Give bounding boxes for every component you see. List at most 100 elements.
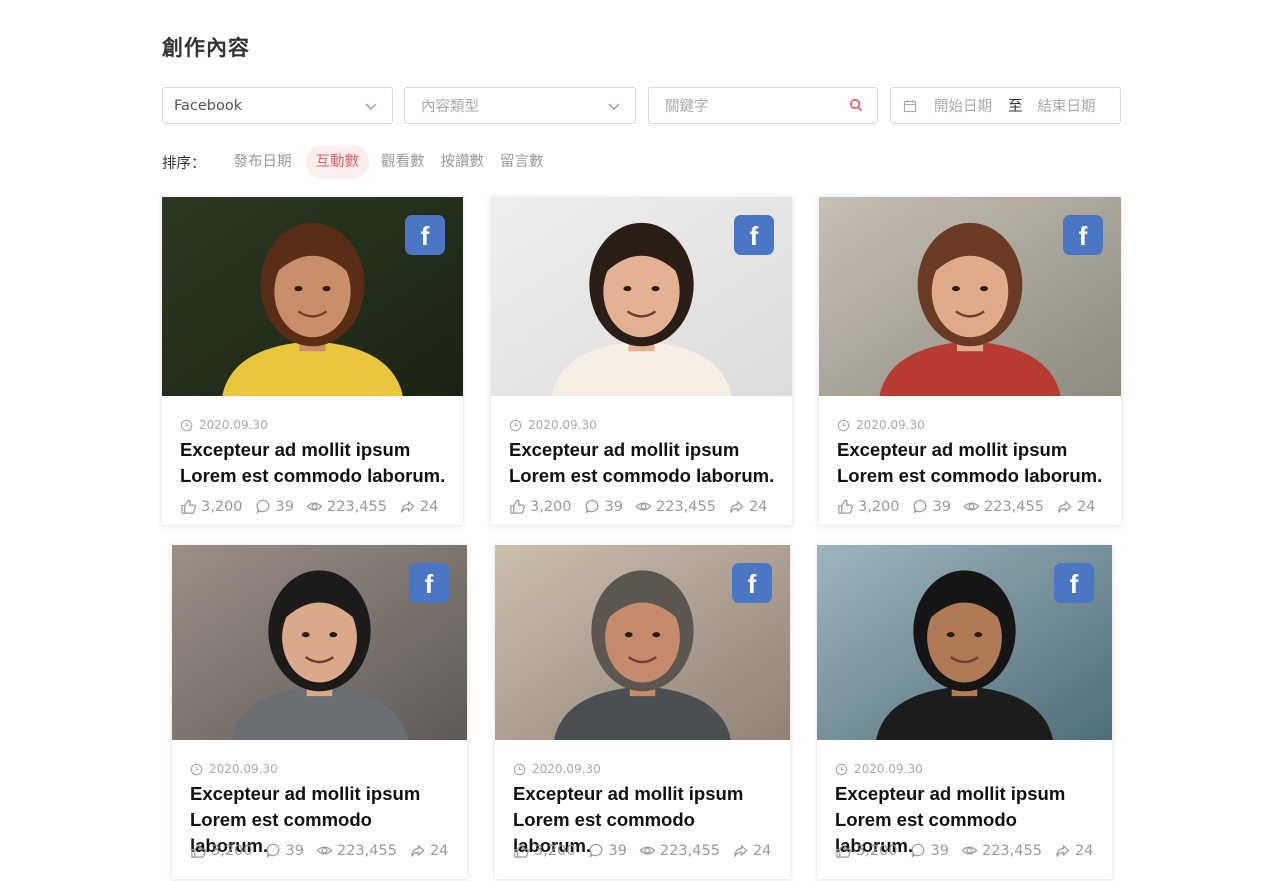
shares-count: 24 bbox=[419, 498, 439, 515]
clock-icon bbox=[509, 419, 522, 431]
shares-stat: 24 bbox=[732, 842, 771, 859]
keyword-placeholder: 關鍵字 bbox=[665, 99, 709, 115]
post-thumbnail[interactable]: f bbox=[172, 545, 467, 740]
likes-count: 3,200 bbox=[856, 842, 898, 859]
post-title[interactable]: Excepteur ad mollit ipsum Lorem est comm… bbox=[509, 437, 780, 489]
comments-stat: 39 bbox=[910, 842, 949, 859]
post-title-line: Excepteur ad mollit ipsum bbox=[513, 783, 744, 804]
views-stat: 223,455 bbox=[961, 842, 1042, 859]
facebook-icon: f bbox=[409, 563, 449, 603]
likes-stat: 3,200 bbox=[513, 842, 576, 859]
views-count: 223,455 bbox=[981, 842, 1042, 859]
end-date-placeholder[interactable]: 結束日期 bbox=[1038, 95, 1096, 116]
shares-count: 24 bbox=[752, 842, 772, 859]
sort-option-views[interactable]: 觀看數 bbox=[375, 145, 431, 179]
likes-count: 3,200 bbox=[534, 842, 576, 859]
post-card[interactable]: f 2020.09.30 Excepteur ad mollit ipsum L… bbox=[495, 545, 790, 879]
clock-icon bbox=[835, 763, 848, 775]
thumbs-up-icon bbox=[191, 843, 206, 858]
share-icon bbox=[734, 845, 748, 857]
post-stats: 3,200 39 223,455 24 bbox=[509, 498, 779, 515]
post-card[interactable]: f 2020.09.30 Excepteur ad mollit ipsum L… bbox=[162, 197, 463, 525]
shares-count: 24 bbox=[1076, 498, 1096, 515]
views-stat: 223,455 bbox=[635, 498, 716, 515]
post-title-line: Excepteur ad mollit ipsum bbox=[509, 439, 740, 460]
post-card[interactable]: f 2020.09.30 Excepteur ad mollit ipsum L… bbox=[819, 197, 1121, 525]
post-title-line: Excepteur ad mollit ipsum bbox=[180, 439, 411, 460]
eye-icon bbox=[316, 846, 333, 855]
views-stat: 223,455 bbox=[306, 498, 387, 515]
post-date-text: 2020.09.30 bbox=[532, 762, 601, 776]
post-thumbnail[interactable]: f bbox=[491, 197, 792, 396]
comment-icon bbox=[266, 843, 279, 858]
calendar-icon bbox=[903, 99, 917, 112]
post-thumbnail[interactable]: f bbox=[495, 545, 790, 740]
comments-stat: 39 bbox=[255, 498, 294, 515]
comment-icon bbox=[589, 843, 602, 858]
platform-select[interactable]: Facebook bbox=[162, 87, 393, 124]
date-range-picker[interactable]: 開始日期 至 結束日期 bbox=[890, 87, 1121, 124]
views-count: 223,455 bbox=[983, 498, 1044, 515]
likes-stat: 3,200 bbox=[837, 498, 900, 515]
shares-stat: 24 bbox=[1056, 498, 1095, 515]
post-date: 2020.09.30 bbox=[837, 418, 925, 432]
views-count: 223,455 bbox=[326, 498, 387, 515]
comment-icon bbox=[585, 499, 598, 514]
start-date-placeholder[interactable]: 開始日期 bbox=[934, 95, 992, 116]
comments-stat: 39 bbox=[584, 498, 623, 515]
post-date: 2020.09.30 bbox=[180, 418, 268, 432]
likes-stat: 3,200 bbox=[835, 842, 898, 859]
post-date-text: 2020.09.30 bbox=[209, 762, 278, 776]
comments-count: 39 bbox=[285, 842, 304, 859]
comments-count: 39 bbox=[932, 498, 951, 515]
post-card[interactable]: f 2020.09.30 Excepteur ad mollit ipsum L… bbox=[491, 197, 792, 525]
share-icon bbox=[1056, 845, 1070, 857]
post-thumbnail[interactable]: f bbox=[819, 197, 1121, 396]
facebook-icon: f bbox=[732, 563, 772, 603]
post-title[interactable]: Excepteur ad mollit ipsum Lorem est comm… bbox=[180, 437, 451, 489]
views-count: 223,455 bbox=[659, 842, 720, 859]
comments-stat: 39 bbox=[912, 498, 951, 515]
post-thumbnail[interactable]: f bbox=[817, 545, 1112, 740]
platform-select-value: Facebook bbox=[174, 97, 243, 114]
shares-stat: 24 bbox=[728, 498, 767, 515]
sort-option-interactions[interactable]: 互動數 bbox=[305, 145, 369, 179]
post-date-text: 2020.09.30 bbox=[199, 418, 268, 432]
post-title-line: Lorem est commodo laborum. bbox=[180, 465, 446, 486]
comments-count: 39 bbox=[930, 842, 949, 859]
shares-stat: 24 bbox=[409, 842, 448, 859]
post-card[interactable]: f 2020.09.30 Excepteur ad mollit ipsum L… bbox=[172, 545, 467, 879]
post-date-text: 2020.09.30 bbox=[856, 418, 925, 432]
shares-count: 24 bbox=[429, 842, 449, 859]
post-title[interactable]: Excepteur ad mollit ipsum Lorem est comm… bbox=[837, 437, 1109, 489]
post-stats: 3,200 39 223,455 24 bbox=[190, 842, 460, 859]
sort-label: 排序： bbox=[162, 155, 206, 172]
comments-stat: 39 bbox=[265, 842, 304, 859]
share-icon bbox=[730, 501, 744, 513]
views-count: 223,455 bbox=[336, 842, 397, 859]
likes-count: 3,200 bbox=[858, 498, 900, 515]
sort-option-comments[interactable]: 留言數 bbox=[494, 145, 550, 179]
sort-option-likes[interactable]: 按讚數 bbox=[435, 145, 491, 179]
post-stats: 3,200 39 223,455 24 bbox=[835, 842, 1105, 859]
keyword-search-input[interactable]: 關鍵字 bbox=[648, 87, 878, 124]
likes-count: 3,200 bbox=[530, 498, 572, 515]
post-card[interactable]: f 2020.09.30 Excepteur ad mollit ipsum L… bbox=[817, 545, 1112, 879]
comment-icon bbox=[256, 499, 269, 514]
eye-icon bbox=[306, 502, 323, 511]
clock-icon bbox=[180, 419, 193, 431]
share-icon bbox=[401, 501, 415, 513]
comments-count: 39 bbox=[275, 498, 294, 515]
sort-option-publish-date[interactable]: 發布日期 bbox=[228, 145, 298, 179]
content-type-select[interactable]: 內容類型 bbox=[404, 87, 636, 124]
comment-icon bbox=[913, 499, 926, 514]
chevron-down-icon bbox=[365, 103, 377, 110]
post-thumbnail[interactable]: f bbox=[162, 197, 463, 396]
facebook-icon: f bbox=[405, 215, 445, 255]
search-icon[interactable] bbox=[849, 98, 863, 112]
post-title-line: Excepteur ad mollit ipsum bbox=[837, 439, 1068, 460]
post-title-line: Excepteur ad mollit ipsum bbox=[835, 783, 1066, 804]
content-type-placeholder: 內容類型 bbox=[421, 99, 479, 115]
shares-count: 24 bbox=[1074, 842, 1094, 859]
views-stat: 223,455 bbox=[639, 842, 720, 859]
